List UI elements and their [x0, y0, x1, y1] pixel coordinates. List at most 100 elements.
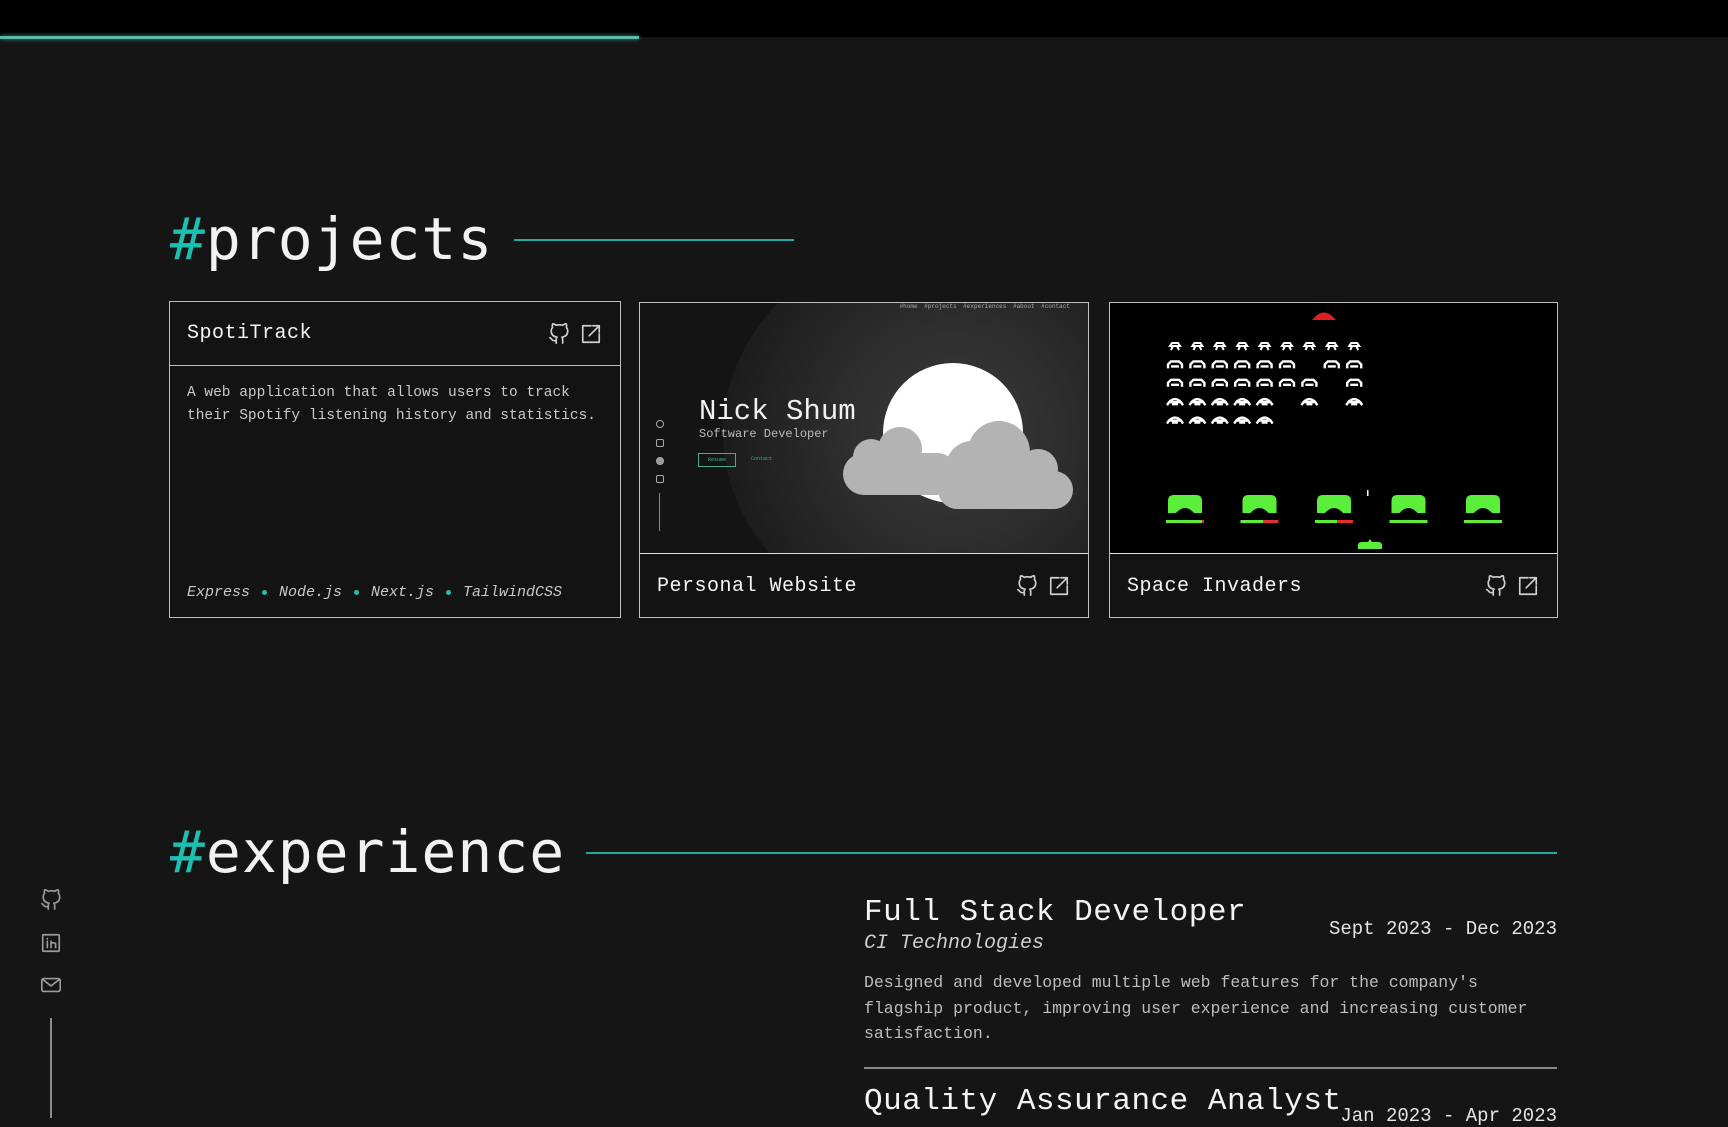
tag: Express [187, 584, 251, 601]
preview-nav: #home #projects #experiences #about #con… [899, 303, 1070, 310]
bunker-health-bar [1389, 520, 1428, 523]
separator-dot [354, 590, 360, 595]
invader [1347, 342, 1362, 351]
invader [1278, 360, 1296, 369]
project-title: Space Invaders [1127, 574, 1303, 598]
preview-linkedin-icon [656, 475, 664, 483]
job-dates: Sept 2023 - Dec 2023 [1328, 918, 1557, 940]
preview-spotify-icon [656, 457, 664, 465]
invader [1278, 378, 1296, 387]
invader [1188, 416, 1207, 425]
experience-heading: #experience [170, 823, 565, 881]
project-card-space-invaders: Space Invaders [1109, 302, 1558, 618]
invader [1256, 378, 1273, 387]
sidebar-mail-link[interactable] [40, 974, 62, 996]
invader [1233, 416, 1252, 425]
invader [1280, 342, 1294, 351]
sidebar-linkedin-link[interactable] [40, 932, 62, 954]
separator-dot [446, 590, 452, 595]
external-link-icon[interactable] [580, 323, 602, 345]
tag: Node.js [279, 584, 343, 601]
sidebar-github-link[interactable] [40, 889, 62, 911]
bunker-health-bar [1166, 520, 1203, 523]
bunker [1317, 495, 1351, 513]
project-preview-image[interactable]: #home #projects #experiences #about #con… [640, 303, 1088, 554]
bunker [1391, 495, 1426, 513]
invader [1256, 360, 1273, 369]
ufo [1312, 312, 1336, 320]
bunker-damage-bar [1202, 520, 1204, 523]
invader [1190, 342, 1205, 351]
external-link-icon[interactable] [1048, 575, 1070, 597]
project-title: SpotiTrack [187, 322, 313, 345]
heading-text: projects [205, 205, 494, 273]
job-description: Designed and developed multiple web feat… [864, 973, 1528, 1043]
bunker-damage-bar [1263, 520, 1279, 523]
github-icon[interactable] [1485, 575, 1507, 597]
project-card-spotitrack: SpotiTrack A web application that allows… [169, 301, 621, 618]
preview-contact-button: Contact [751, 456, 773, 462]
preview-resume-button: Resume [698, 453, 737, 467]
external-link-icon[interactable] [1517, 575, 1539, 597]
bunker-damage-bar [1337, 520, 1353, 523]
invader [1255, 416, 1274, 425]
bunker-health-bar [1240, 520, 1264, 523]
invader [1234, 378, 1251, 387]
invader [1166, 378, 1184, 387]
bullet [1367, 490, 1369, 496]
project-title: Personal Website [657, 574, 858, 598]
preview-side-line [659, 493, 660, 531]
cloud-shape [938, 421, 1073, 509]
invader [1189, 360, 1206, 369]
preview-github-icon [656, 420, 664, 428]
preview-name: Nick Shum [699, 395, 856, 428]
preview-instagram-icon [656, 439, 664, 447]
bunker [1242, 495, 1277, 513]
preview-role: Software Developer [699, 427, 829, 441]
space-invaders-game [1166, 312, 1502, 549]
projects-heading: #projects [170, 210, 493, 268]
project-description: A web application that allows users to t… [187, 385, 596, 424]
invader [1324, 342, 1339, 351]
hash-symbol: # [170, 818, 206, 886]
project-card-personal-website: #home #projects #experiences #about #con… [639, 302, 1089, 618]
invader [1233, 398, 1252, 406]
tech-tags: Express Node.js Next.js TailwindCSS [187, 584, 562, 601]
hash-symbol: # [170, 205, 206, 273]
divider [864, 1067, 1557, 1069]
heading-text: experience [205, 818, 566, 886]
job-dates: Jan 2023 - Apr 2023 [1340, 1105, 1557, 1127]
invader [1166, 398, 1184, 406]
invader [1346, 378, 1363, 387]
tag: Next.js [371, 584, 435, 601]
github-icon[interactable] [1016, 575, 1038, 597]
job-title: Quality Assurance Analyst [864, 1084, 1342, 1119]
invader [1211, 378, 1228, 387]
invader [1301, 378, 1318, 387]
invader [1346, 360, 1363, 369]
invader [1210, 398, 1229, 406]
invader [1302, 342, 1317, 351]
bunker-health-bar [1464, 520, 1502, 523]
sidebar-line [50, 1018, 52, 1118]
invader [1255, 398, 1274, 406]
invader [1210, 416, 1229, 425]
bunker [1168, 495, 1202, 513]
invader [1212, 342, 1227, 351]
github-icon[interactable] [548, 323, 570, 345]
bunker-health-bar [1315, 520, 1338, 523]
tag: TailwindCSS [463, 584, 563, 601]
invader [1300, 398, 1319, 406]
company-name: CI Technologies [864, 932, 1045, 955]
invader [1166, 416, 1184, 425]
invader [1189, 378, 1206, 387]
invader [1234, 360, 1251, 369]
scroll-progress-bar [0, 36, 640, 39]
invader [1166, 360, 1184, 369]
bunker [1466, 495, 1500, 513]
project-preview-image[interactable] [1110, 303, 1557, 554]
invader [1235, 342, 1250, 351]
invader [1211, 360, 1228, 369]
invader [1323, 360, 1340, 369]
invader [1345, 398, 1364, 406]
